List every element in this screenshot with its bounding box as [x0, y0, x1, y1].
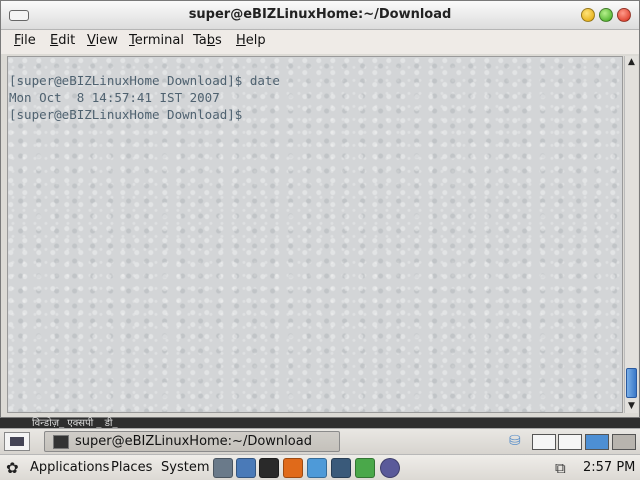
office-writer-icon[interactable]	[331, 458, 351, 478]
window-list-panel: super@eBIZLinuxHome:~/Download ⛁	[0, 428, 640, 454]
menu-help[interactable]: Help	[236, 33, 266, 48]
terminal-icon	[53, 435, 69, 449]
maximize-button[interactable]	[599, 8, 613, 22]
show-desktop-button[interactable]	[4, 432, 30, 451]
network-config-icon[interactable]	[236, 458, 256, 478]
vertical-scrollbar[interactable]: ▲ ▼	[624, 56, 638, 413]
desktop-icon	[10, 437, 24, 446]
menu-file[interactable]: File	[14, 33, 36, 48]
menu-tabs[interactable]: Tabs	[193, 33, 222, 48]
applications-menu[interactable]: Applications	[30, 460, 109, 475]
minimize-button[interactable]	[581, 8, 595, 22]
terminal-line: [super@eBIZLinuxHome Download]$ date	[9, 73, 280, 88]
places-menu[interactable]: Places	[111, 460, 152, 475]
task-button-terminal[interactable]: super@eBIZLinuxHome:~/Download	[44, 431, 340, 452]
menu-file-post: ile	[20, 33, 36, 48]
terminal-launcher-icon[interactable]	[259, 458, 279, 478]
workspace-2[interactable]	[558, 434, 582, 450]
menu-view-post: iew	[95, 33, 118, 48]
menu-terminal-post: erminal	[134, 33, 184, 48]
title-bar[interactable]: super@eBIZLinuxHome:~/Download	[1, 1, 639, 30]
close-button[interactable]	[617, 8, 631, 22]
terminal-window: super@eBIZLinuxHome:~/Download File Edit…	[0, 0, 640, 418]
workspace-4[interactable]	[612, 434, 636, 450]
menu-tabs-post: s	[215, 33, 222, 48]
workspace-1[interactable]	[532, 434, 556, 450]
desktop-label: विन्डोज़_ एक्सपी _ डी_	[32, 418, 118, 429]
menu-terminal[interactable]: Terminal	[129, 33, 184, 48]
menu-edit[interactable]: Edit	[50, 33, 75, 48]
menu-edit-post: dit	[58, 33, 76, 48]
browser-icon[interactable]	[283, 458, 303, 478]
spreadsheet-icon[interactable]	[355, 458, 375, 478]
gnome-foot-icon: ✿	[6, 459, 19, 477]
top-level-panel: ✿ Applications Places System ⧉ 2:57 PM	[0, 454, 640, 480]
menu-view-key: V	[87, 33, 96, 48]
terminal-line: [super@eBIZLinuxHome Download]$	[9, 107, 243, 122]
terminal-line: Mon Oct 8 14:57:41 IST 2007	[9, 90, 220, 105]
scroll-up-arrow-icon[interactable]: ▲	[625, 56, 638, 69]
desktop-background: विन्डोज़_ एक्सपी _ डी_	[0, 418, 640, 429]
menu-help-post: elp	[245, 33, 266, 48]
window-title: super@eBIZLinuxHome:~/Download	[188, 7, 452, 22]
globe-icon[interactable]	[380, 458, 400, 478]
menu-help-key: H	[236, 33, 246, 48]
clock[interactable]: 2:57 PM	[583, 460, 635, 475]
network-status-icon[interactable]: ⧉	[555, 459, 566, 477]
file-manager-icon[interactable]	[213, 458, 233, 478]
terminal-output[interactable]: [super@eBIZLinuxHome Download]$ date Mon…	[7, 56, 623, 413]
task-label: super@eBIZLinuxHome:~/Download	[75, 434, 312, 449]
menu-tabs-key: b	[206, 33, 216, 48]
scrollbar-thumb[interactable]	[626, 368, 637, 398]
menu-edit-key: E	[50, 33, 59, 48]
menu-tabs-pre: Ta	[193, 33, 207, 48]
scroll-down-arrow-icon[interactable]: ▼	[625, 400, 638, 413]
system-menu[interactable]: System	[161, 460, 209, 475]
menu-bar: File Edit View Terminal Tabs Help	[1, 30, 639, 54]
email-icon[interactable]	[307, 458, 327, 478]
workspace-3[interactable]	[585, 434, 609, 450]
menu-view[interactable]: View	[87, 33, 118, 48]
paint-bucket-icon[interactable]: ⛁	[509, 433, 527, 451]
